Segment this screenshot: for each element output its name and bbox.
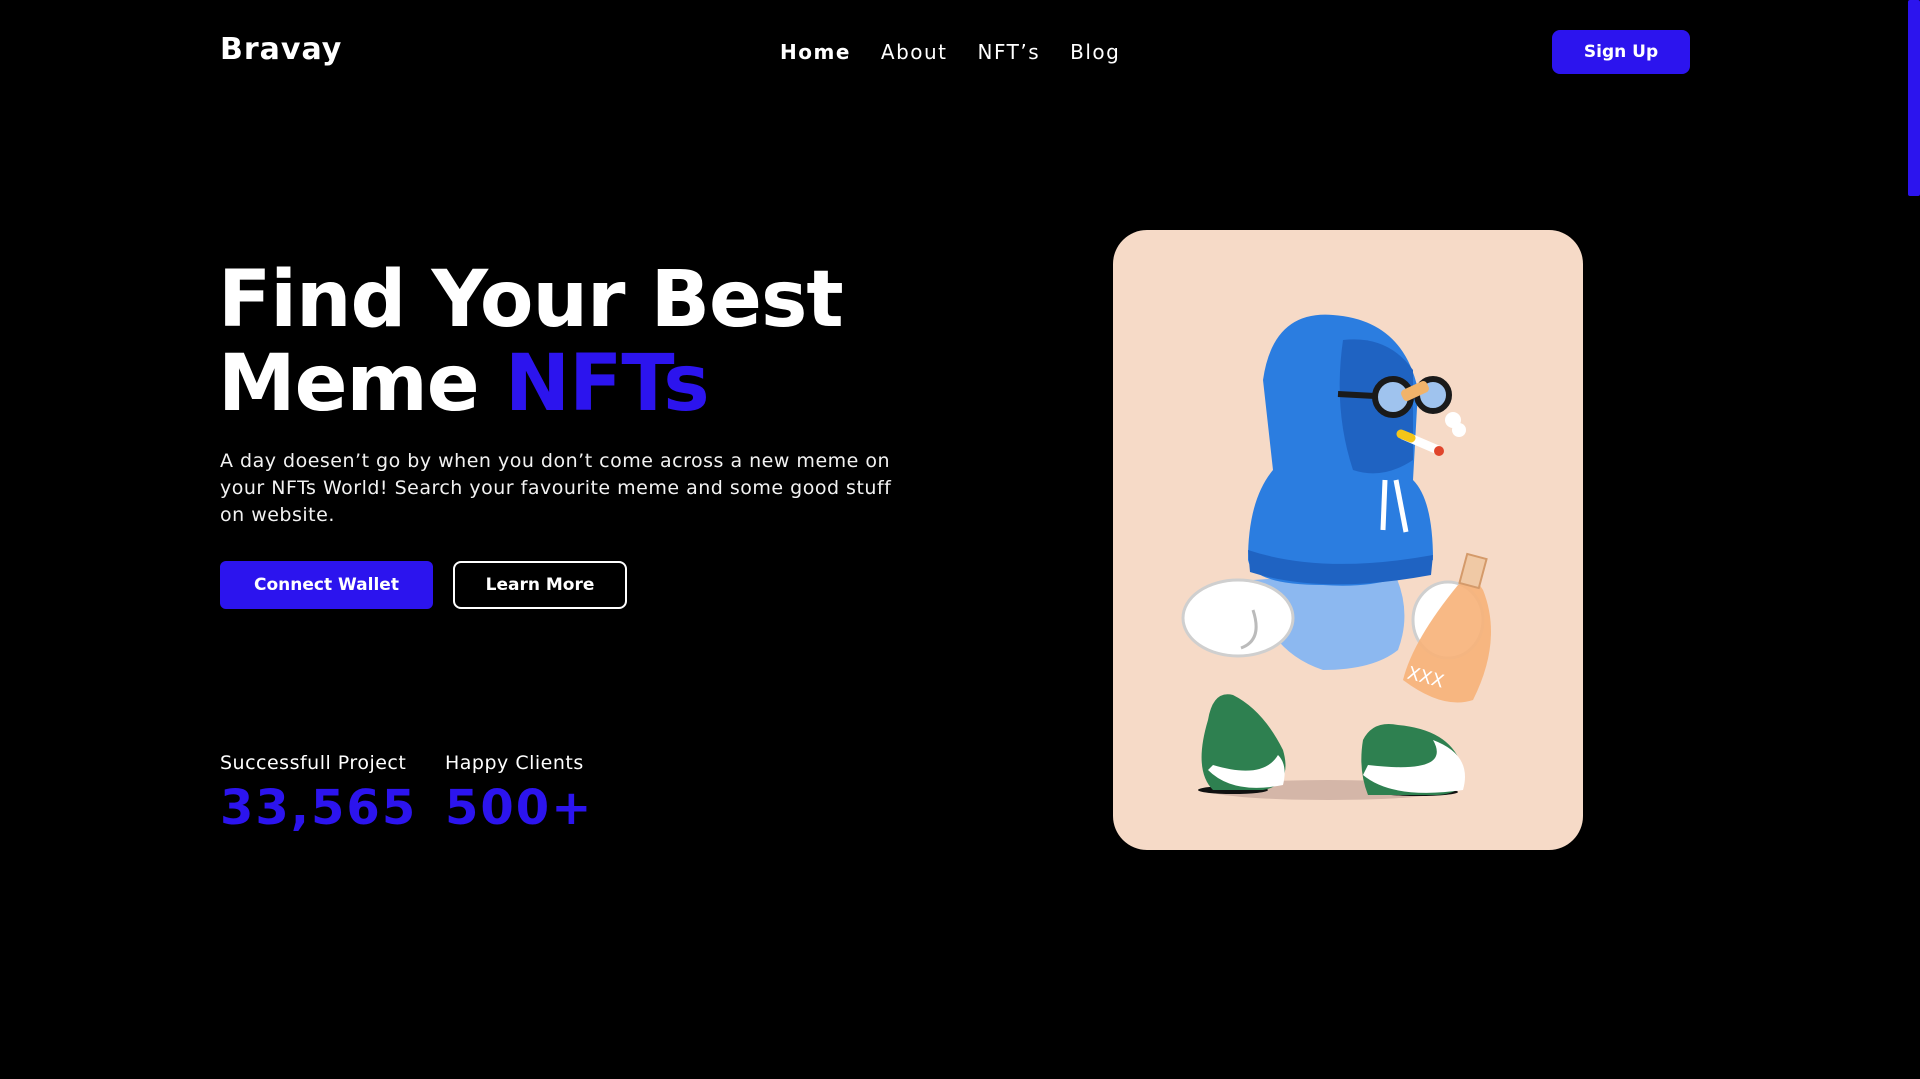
- meme-character-illustration: XXX: [1181, 314, 1491, 800]
- learn-more-button[interactable]: Learn More: [453, 561, 627, 609]
- stat-value: 500+: [445, 780, 594, 836]
- stat-value: 33,565: [220, 780, 418, 836]
- page-scrollbar[interactable]: [1908, 0, 1920, 1079]
- hero-title-line2: Meme: [218, 339, 505, 429]
- hero-title-line1: Find Your Best: [218, 255, 844, 345]
- scrollbar-thumb[interactable]: [1908, 0, 1920, 196]
- stat-projects: Successfull Project 33,565: [220, 752, 417, 836]
- hero-description: A day doesen’t go by when you don’t come…: [220, 450, 892, 526]
- nav-blog[interactable]: Blog: [1070, 40, 1120, 64]
- connect-wallet-button[interactable]: Connect Wallet: [220, 561, 433, 609]
- stat-label: Successfull Project: [220, 752, 407, 774]
- nav-nfts[interactable]: NFT’s: [978, 40, 1041, 64]
- stat-label: Happy Clients: [445, 752, 584, 774]
- nft-card[interactable]: XXX: [1113, 230, 1583, 850]
- hero-title: Find Your Best Meme NFTs: [218, 255, 844, 429]
- signup-button[interactable]: Sign Up: [1552, 30, 1690, 74]
- nav-about[interactable]: About: [881, 40, 948, 64]
- hero-title-accent: NFTs: [504, 339, 710, 429]
- nav-home[interactable]: Home: [780, 40, 851, 64]
- brand-logo[interactable]: Bravay: [220, 32, 342, 67]
- stat-clients: Happy Clients 500+: [445, 752, 593, 836]
- main-nav: Home About NFT’s Blog: [780, 40, 1120, 64]
